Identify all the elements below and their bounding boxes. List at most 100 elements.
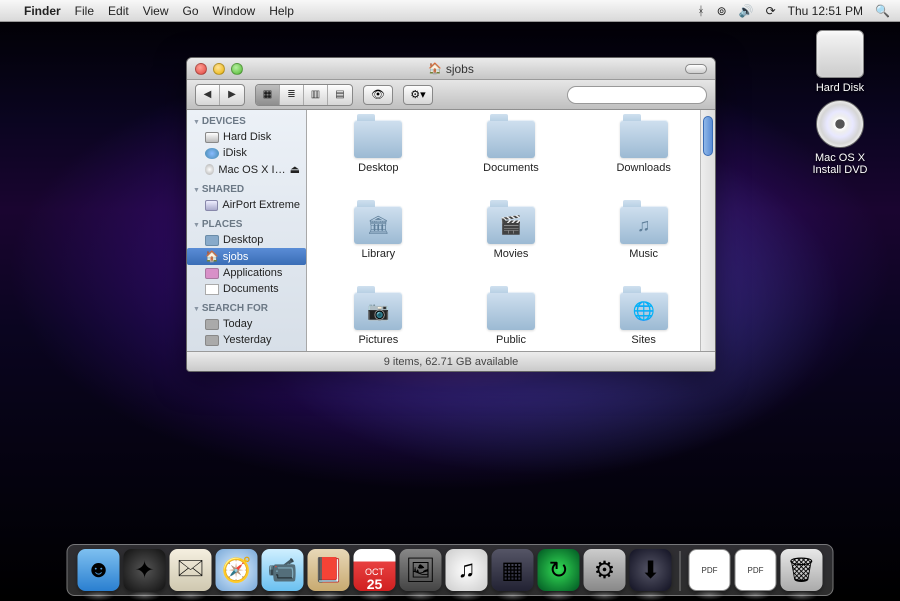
menu-go[interactable]: Go — [183, 4, 199, 18]
sidebar-item-yesterday[interactable]: Yesterday — [187, 332, 306, 348]
dock-addressbook[interactable]: 📕 — [308, 549, 350, 591]
sidebar-devices-header[interactable]: DEVICES — [187, 110, 306, 129]
folder-desktop[interactable]: Desktop — [354, 120, 402, 198]
dock-preview[interactable]: 🖼 — [400, 549, 442, 591]
sidebar-item-home[interactable]: 🏠sjobs — [187, 248, 306, 265]
desktop-icon-label: Hard Disk — [800, 82, 880, 94]
hd-icon — [205, 132, 219, 143]
folder-downloads[interactable]: Downloads — [616, 120, 670, 198]
menubar-clock[interactable]: Thu 12:51 PM — [788, 4, 863, 18]
folder-sites[interactable]: 🌐Sites — [620, 292, 668, 351]
dock-separator — [680, 551, 681, 591]
sidebar-item-today[interactable]: Today — [187, 316, 306, 332]
volume-icon[interactable]: 🔊 — [739, 4, 754, 18]
window-titlebar[interactable]: 🏠 sjobs — [187, 58, 715, 80]
dock-downloads[interactable]: ⬇ — [630, 549, 672, 591]
zoom-button[interactable] — [231, 63, 243, 75]
sidebar-item-airport[interactable]: AirPort Extreme — [187, 197, 306, 213]
dock-trash[interactable]: 🗑 — [781, 549, 823, 591]
bluetooth-icon[interactable]: ᚼ — [697, 4, 704, 18]
view-list-button[interactable]: ≣ — [280, 85, 304, 105]
menubar: Finder File Edit View Go Window Help ᚼ ⊚… — [0, 0, 900, 22]
folder-documents[interactable]: Documents — [483, 120, 539, 198]
folder-music[interactable]: ♫Music — [620, 206, 668, 284]
hard-disk-icon — [816, 30, 864, 78]
menu-window[interactable]: Window — [213, 4, 256, 18]
dock-safari[interactable]: 🧭 — [216, 549, 258, 591]
view-coverflow-button[interactable]: ▤ — [328, 85, 352, 105]
folder-icon: 📷 — [354, 292, 402, 330]
dock-timemachine[interactable]: ↻ — [538, 549, 580, 591]
eject-icon[interactable]: ⏏ — [290, 163, 300, 176]
apps-icon — [205, 268, 219, 279]
toolbar-toggle-pill[interactable] — [685, 64, 707, 74]
action-menu-button[interactable]: ⚙▾ — [403, 85, 433, 105]
folder-icon: 🏛 — [354, 206, 402, 244]
desktop-hard-disk[interactable]: Hard Disk — [800, 30, 880, 94]
folder-public[interactable]: Public — [487, 292, 535, 351]
folder-movies[interactable]: 🎬Movies — [487, 206, 535, 284]
sidebar: DEVICES Hard Disk iDisk Mac OS X I…⏏ SHA… — [187, 110, 307, 351]
menu-help[interactable]: Help — [269, 4, 294, 18]
sidebar-search-header[interactable]: SEARCH FOR — [187, 297, 306, 316]
home-icon: 🏠 — [205, 250, 219, 263]
dock-itunes[interactable]: ♫ — [446, 549, 488, 591]
status-bar: 9 items, 62.71 GB available — [187, 351, 715, 371]
scrollbar-thumb[interactable] — [703, 116, 713, 156]
home-icon: 🏠 — [428, 62, 442, 75]
close-button[interactable] — [195, 63, 207, 75]
dock-mail[interactable]: 🖂 — [170, 549, 212, 591]
dock-spaces[interactable]: ▦ — [492, 549, 534, 591]
minimize-button[interactable] — [213, 63, 225, 75]
smart-icon — [205, 335, 219, 346]
view-segment: ▦ ≣ ▥ ▤ — [255, 84, 353, 106]
menu-edit[interactable]: Edit — [108, 4, 129, 18]
idisk-icon — [205, 148, 219, 159]
folder-grid: Desktop Documents Downloads 🏛Library 🎬Mo… — [307, 110, 715, 351]
folder-icon — [487, 120, 535, 158]
app-menu[interactable]: Finder — [24, 4, 61, 18]
menu-view[interactable]: View — [143, 4, 169, 18]
sidebar-item-install-dvd[interactable]: Mac OS X I…⏏ — [187, 161, 306, 178]
doc-icon — [205, 284, 219, 295]
dock-pdf-1[interactable]: PDF — [689, 549, 731, 591]
dock-sysprefs[interactable]: ⚙ — [584, 549, 626, 591]
nav-segment: ◀ ▶ — [195, 84, 245, 106]
finder-window[interactable]: 🏠 sjobs ◀ ▶ ▦ ≣ ▥ ▤ 👁 ⚙▾ DEVICES Hard Di… — [186, 57, 716, 372]
folder-pictures[interactable]: 📷Pictures — [354, 292, 402, 351]
traffic-lights — [195, 63, 243, 75]
quicklook-button[interactable]: 👁 — [363, 85, 393, 105]
wifi-icon[interactable]: ⊚ — [717, 4, 727, 18]
menu-file[interactable]: File — [75, 4, 94, 18]
nav-forward-button[interactable]: ▶ — [220, 85, 244, 105]
dock-finder[interactable]: ☻ — [78, 549, 120, 591]
sidebar-item-hard-disk[interactable]: Hard Disk — [187, 129, 306, 145]
view-icon-button[interactable]: ▦ — [256, 85, 280, 105]
folder-icon: ♫ — [620, 206, 668, 244]
sync-icon[interactable]: ⟳ — [766, 4, 776, 18]
dock: ☻ ✦ 🖂 🧭 📹 📕 OCT25 🖼 ♫ ▦ ↻ ⚙ ⬇ PDF PDF 🗑 — [67, 544, 834, 596]
dock-ical[interactable]: OCT25 — [354, 549, 396, 591]
sidebar-shared-header[interactable]: SHARED — [187, 178, 306, 197]
sidebar-places-header[interactable]: PLACES — [187, 213, 306, 232]
dock-pdf-2[interactable]: PDF — [735, 549, 777, 591]
sidebar-item-documents[interactable]: Documents — [187, 281, 306, 297]
dock-ichat[interactable]: 📹 — [262, 549, 304, 591]
search-input[interactable] — [567, 86, 707, 104]
network-icon — [205, 200, 218, 211]
dock-dashboard[interactable]: ✦ — [124, 549, 166, 591]
view-column-button[interactable]: ▥ — [304, 85, 328, 105]
folder-icon — [620, 120, 668, 158]
sidebar-item-idisk[interactable]: iDisk — [187, 145, 306, 161]
sidebar-item-desktop[interactable]: Desktop — [187, 232, 306, 248]
window-body: DEVICES Hard Disk iDisk Mac OS X I…⏏ SHA… — [187, 110, 715, 351]
desktop-icon-label: Mac OS X Install DVD — [800, 152, 880, 176]
nav-back-button[interactable]: ◀ — [196, 85, 220, 105]
desktop-install-dvd[interactable]: Mac OS X Install DVD — [800, 100, 880, 176]
spotlight-icon[interactable]: 🔍 — [875, 4, 890, 18]
sidebar-item-applications[interactable]: Applications — [187, 265, 306, 281]
dvd-icon — [816, 100, 864, 148]
content-scrollbar[interactable] — [700, 110, 715, 351]
status-text: 9 items, 62.71 GB available — [384, 356, 519, 368]
folder-library[interactable]: 🏛Library — [354, 206, 402, 284]
